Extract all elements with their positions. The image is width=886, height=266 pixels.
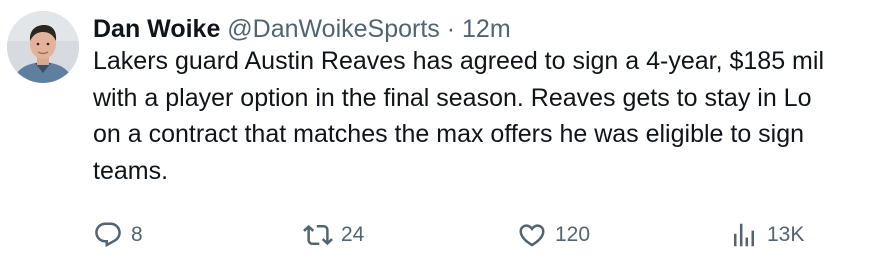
- avatar[interactable]: [7, 11, 79, 83]
- views-button[interactable]: 13K: [729, 215, 804, 255]
- tweet-text-line: teams.: [93, 156, 169, 185]
- separator-dot: ·: [446, 15, 456, 43]
- heart-icon: [517, 220, 547, 250]
- retweet-count: 24: [341, 223, 365, 246]
- tweet-header: Dan Woike @DanWoikeSports · 12m: [93, 12, 511, 46]
- tweet-text-line: on a contract that matches the max offer…: [93, 120, 805, 148]
- author-handle[interactable]: @DanWoikeSports: [227, 15, 440, 43]
- author-display-name[interactable]: Dan Woike: [93, 15, 220, 43]
- timestamp[interactable]: 12m: [462, 15, 511, 43]
- like-button[interactable]: 120: [517, 215, 590, 255]
- tweet-text-line: Lakers guard Austin Reaves has agreed to…: [93, 47, 824, 75]
- reply-button[interactable]: 8: [93, 215, 143, 255]
- tweet-text-line: with a player option in the final season…: [93, 83, 812, 112]
- retweet-icon: [303, 220, 333, 250]
- like-count: 120: [555, 223, 591, 246]
- retweet-button[interactable]: 24: [303, 215, 364, 255]
- reply-count: 8: [131, 223, 143, 246]
- tweet-text: Lakers guard Austin Reaves has agreed to…: [93, 43, 886, 189]
- views-count: 13K: [767, 223, 805, 246]
- tweet[interactable]: Dan Woike @DanWoikeSports · 12m Lakers g…: [0, 0, 886, 266]
- profile-photo-icon: [7, 11, 79, 83]
- tweet-actions: 8 24 120 13K: [0, 215, 886, 255]
- analytics-icon: [729, 220, 759, 250]
- reply-icon: [93, 220, 123, 250]
